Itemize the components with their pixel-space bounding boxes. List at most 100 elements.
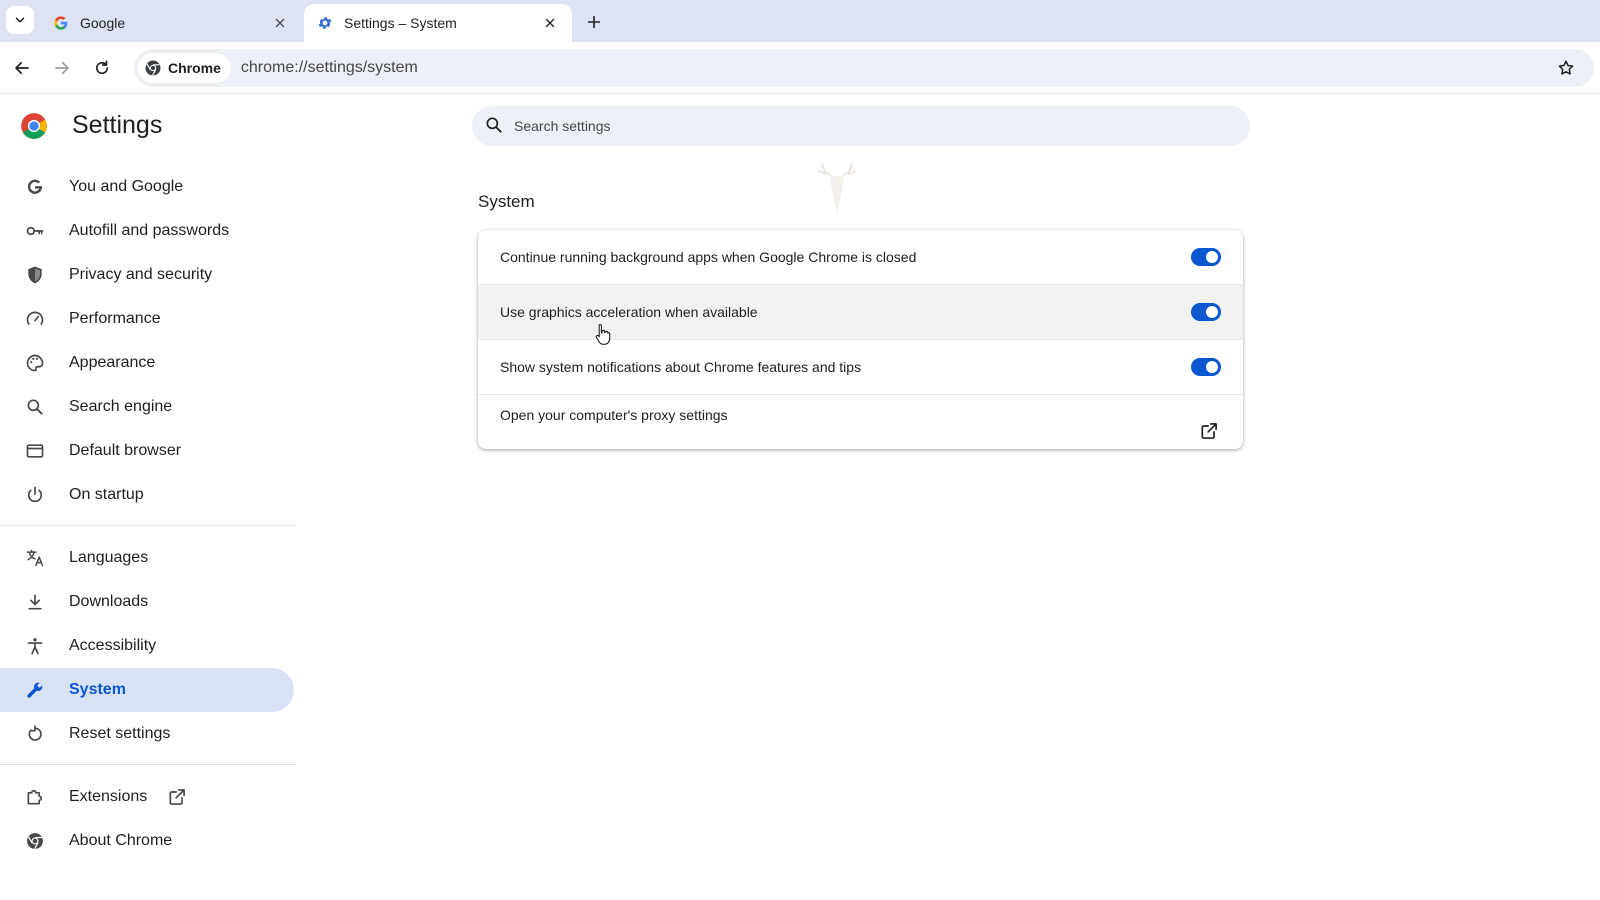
sidebar-item-label: Autofill and passwords xyxy=(69,222,230,239)
sidebar-item-label: Downloads xyxy=(69,593,149,610)
reset-icon xyxy=(24,723,46,745)
close-icon xyxy=(275,18,285,28)
system-notifications-toggle[interactable] xyxy=(1191,358,1221,376)
settings-header: Settings xyxy=(20,111,162,140)
close-icon xyxy=(545,18,555,28)
tab-settings[interactable]: Settings – System xyxy=(304,4,572,42)
external-link-icon xyxy=(1201,423,1217,439)
sidebar-item-appearance[interactable]: Appearance xyxy=(0,341,294,385)
accessibility-icon xyxy=(24,635,46,657)
sidebar-item-label: Reset settings xyxy=(69,725,171,742)
download-icon xyxy=(24,591,46,613)
sidebar-item-about-chrome[interactable]: About Chrome xyxy=(0,819,294,863)
reload-icon xyxy=(95,60,109,75)
sidebar-item-label: Search engine xyxy=(69,398,173,415)
sidebar-divider xyxy=(0,525,296,526)
address-bar[interactable]: Chrome chrome://settings/system xyxy=(134,49,1594,87)
search-input[interactable] xyxy=(514,118,1114,134)
tab-strip: Google Settings – System xyxy=(0,0,1600,42)
settings-sidebar: Settings You and Google Autofill and pas… xyxy=(0,95,296,900)
sidebar-item-languages[interactable]: Languages xyxy=(0,536,294,580)
key-icon xyxy=(24,220,46,242)
external-link-icon xyxy=(167,787,187,807)
sidebar-item-label: Appearance xyxy=(69,354,156,371)
plus-icon xyxy=(587,15,601,29)
sidebar-item-system[interactable]: System xyxy=(0,668,294,712)
background-apps-toggle[interactable] xyxy=(1191,248,1221,266)
setting-label: Use graphics acceleration when available xyxy=(500,304,758,320)
sidebar-item-label: Privacy and security xyxy=(69,266,213,283)
sidebar-item-performance[interactable]: Performance xyxy=(0,297,294,341)
search-icon xyxy=(24,396,46,418)
setting-row-proxy-settings[interactable]: Open your computer's proxy settings xyxy=(478,395,1243,449)
sidebar-item-privacy[interactable]: Privacy and security xyxy=(0,253,294,297)
sidebar-item-label: System xyxy=(69,681,126,698)
translate-icon xyxy=(24,547,46,569)
sidebar-item-label: Accessibility xyxy=(69,637,157,654)
sidebar-item-label: Languages xyxy=(69,549,149,566)
back-button[interactable] xyxy=(8,54,36,82)
toggle-knob xyxy=(1206,361,1218,373)
bookmark-button[interactable] xyxy=(1552,54,1580,82)
speedometer-icon xyxy=(24,308,46,330)
deer-watermark-icon xyxy=(818,163,856,212)
shield-icon xyxy=(24,264,46,286)
tab-search-button[interactable] xyxy=(6,6,34,34)
tab-title: Settings – System xyxy=(344,15,457,31)
setting-row-background-apps[interactable]: Continue running background apps when Go… xyxy=(478,230,1243,285)
sidebar-item-label: Performance xyxy=(69,310,161,327)
hand-cursor-icon xyxy=(595,323,611,345)
tab-title: Google xyxy=(80,15,126,31)
sidebar-item-extensions[interactable]: Extensions xyxy=(0,775,294,819)
power-icon xyxy=(24,484,46,506)
chip-label: Chrome xyxy=(168,60,221,76)
sidebar-item-default-browser[interactable]: Default browser xyxy=(0,429,294,473)
google-g-icon xyxy=(24,176,46,198)
puzzle-icon xyxy=(24,786,46,808)
chrome-icon xyxy=(144,59,162,77)
arrow-right-icon xyxy=(55,61,69,75)
chrome-logo-icon xyxy=(21,112,47,139)
sidebar-item-label: On startup xyxy=(69,486,144,503)
open-proxy-settings-button[interactable] xyxy=(1197,419,1221,443)
browser-toolbar: Chrome chrome://settings/system xyxy=(0,42,1600,94)
wrench-icon xyxy=(24,679,46,701)
browser-window-icon xyxy=(24,440,46,462)
url-text[interactable]: chrome://settings/system xyxy=(241,59,1552,77)
search-settings-field[interactable] xyxy=(472,106,1250,146)
sidebar-item-search-engine[interactable]: Search engine xyxy=(0,385,294,429)
forward-button[interactable] xyxy=(48,54,76,82)
setting-row-system-notifications[interactable]: Show system notifications about Chrome f… xyxy=(478,340,1243,395)
graphics-acceleration-toggle[interactable] xyxy=(1191,303,1221,321)
toggle-knob xyxy=(1206,306,1218,318)
sidebar-item-downloads[interactable]: Downloads xyxy=(0,580,294,624)
chrome-icon xyxy=(24,830,46,852)
sidebar-item-accessibility[interactable]: Accessibility xyxy=(0,624,294,668)
tab-google[interactable]: Google xyxy=(40,4,302,42)
setting-row-graphics-acceleration[interactable]: Use graphics acceleration when available xyxy=(478,285,1243,340)
setting-label: Continue running background apps when Go… xyxy=(500,249,917,265)
new-tab-button[interactable] xyxy=(580,8,608,36)
gear-icon xyxy=(316,14,334,32)
sidebar-item-on-startup[interactable]: On startup xyxy=(0,473,294,517)
close-tab-button[interactable] xyxy=(270,13,290,33)
reload-button[interactable] xyxy=(88,54,116,82)
sidebar-item-label: You and Google xyxy=(69,178,184,195)
google-g-icon xyxy=(52,14,70,32)
sidebar-item-label: Default browser xyxy=(69,442,182,459)
page-title: Settings xyxy=(72,111,163,139)
palette-icon xyxy=(24,352,46,374)
system-settings-card: Continue running background apps when Go… xyxy=(478,230,1243,449)
sidebar-item-you-and-google[interactable]: You and Google xyxy=(0,165,294,209)
site-info-chip[interactable]: Chrome xyxy=(138,53,231,83)
sidebar-item-label: About Chrome xyxy=(69,832,173,849)
sidebar-divider xyxy=(0,764,296,765)
setting-label: Open your computer's proxy settings xyxy=(500,407,728,423)
chevron-down-icon xyxy=(15,17,25,23)
sidebar-item-reset[interactable]: Reset settings xyxy=(0,712,294,756)
close-tab-button[interactable] xyxy=(540,13,560,33)
sidebar-item-label: Extensions xyxy=(69,788,148,805)
section-title: System xyxy=(478,192,535,211)
sidebar-item-autofill[interactable]: Autofill and passwords xyxy=(0,209,294,253)
arrow-left-icon xyxy=(15,61,29,75)
